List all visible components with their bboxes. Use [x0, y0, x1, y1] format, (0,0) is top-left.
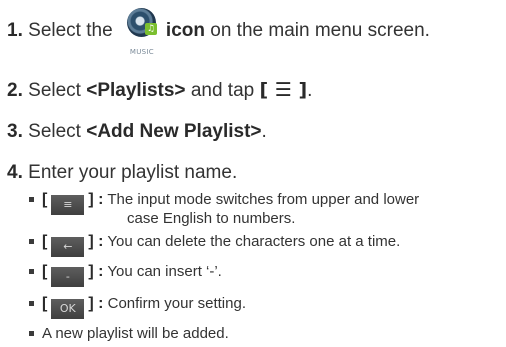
- music-icon: ♫ MUSIC: [120, 8, 162, 56]
- bullet-text-continued: case English to numbers.: [127, 210, 296, 227]
- step-text: Select: [28, 80, 81, 101]
- step-bold: icon: [165, 20, 205, 42]
- step-1: 1. Select the ♫ MUSIC icon on the main m…: [7, 8, 430, 56]
- bracket-open: [: [42, 295, 48, 312]
- bullet-icon: [29, 301, 34, 306]
- bracket-open: [: [42, 191, 48, 208]
- step-period: .: [261, 121, 267, 142]
- step-number: 1.: [7, 20, 23, 42]
- step-text: Select: [28, 121, 81, 142]
- music-icon-caption: MUSIC: [129, 48, 154, 56]
- step-text: on the main menu screen.: [210, 20, 430, 42]
- playlists-label: <Playlists>: [86, 80, 186, 101]
- bullet-icon: [29, 197, 34, 202]
- bullet-text: Confirm your setting.: [107, 295, 246, 312]
- step-number: 3.: [7, 121, 23, 142]
- backspace-icon: ←: [51, 237, 85, 257]
- bullet-text: A new playlist will be added.: [42, 325, 229, 342]
- step-text: and tap: [190, 80, 255, 101]
- step-period: .: [307, 80, 313, 101]
- add-new-playlist-label: <Add New Playlist>: [86, 121, 262, 142]
- bullet-text: You can insert ‘-’.: [107, 263, 222, 280]
- step-number: 4.: [7, 162, 23, 183]
- step-number: 2.: [7, 80, 23, 101]
- bracket-close: ] :: [88, 191, 104, 208]
- dash-icon: -: [51, 267, 85, 287]
- step-4: 4. Enter your playlist name.: [7, 162, 237, 184]
- step-text: Select the: [28, 20, 113, 42]
- bullet-icon: [29, 269, 34, 274]
- bullet-icon: [29, 331, 34, 336]
- step-text: Enter your playlist name.: [28, 162, 238, 183]
- bracket-close: ] :: [88, 295, 104, 312]
- menu-button-label: [ ☰ ]: [259, 79, 308, 101]
- bracket-close: ] :: [88, 233, 104, 250]
- menu-icon: ≡: [51, 195, 85, 215]
- step-2: 2. Select <Playlists> and tap [ ☰ ].: [7, 79, 312, 102]
- bracket-open: [: [42, 263, 48, 280]
- bullet-icon: [29, 239, 34, 244]
- bullet-text: You can delete the characters one at a t…: [107, 233, 401, 250]
- bracket-close: ] :: [88, 263, 104, 280]
- bullet-text: The input mode switches from upper and l…: [107, 191, 420, 208]
- ok-icon: OK: [51, 299, 85, 319]
- music-note-icon: ♫: [144, 23, 157, 35]
- bracket-open: [: [42, 233, 48, 250]
- step-3: 3. Select <Add New Playlist>.: [7, 121, 267, 143]
